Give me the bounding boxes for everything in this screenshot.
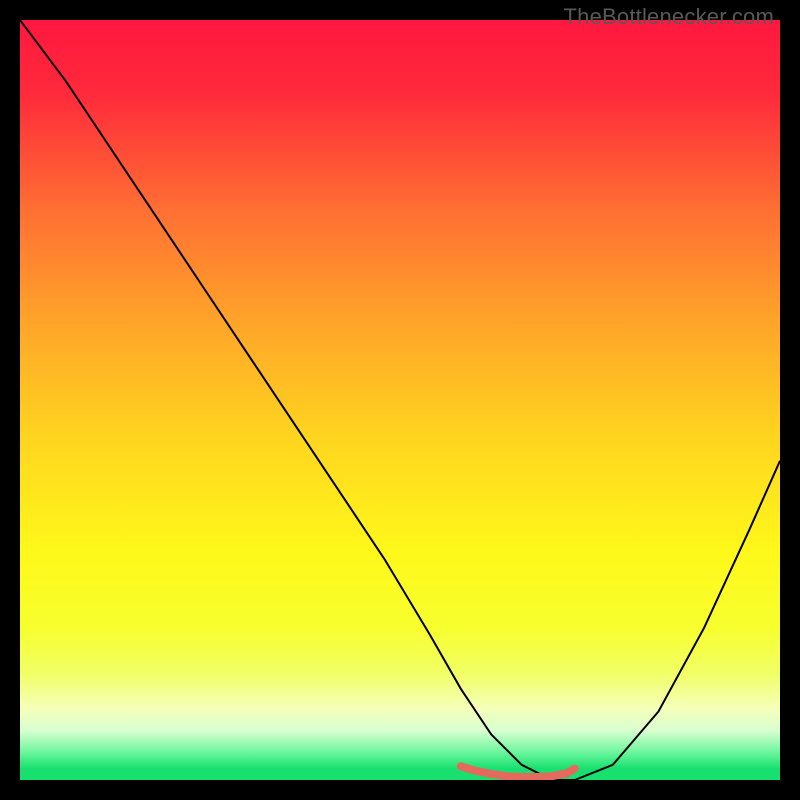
bottleneck-chart (20, 20, 780, 780)
chart-frame (20, 20, 780, 780)
gradient-background (20, 20, 780, 780)
watermark-text: TheBottlenecker.com (564, 4, 774, 30)
